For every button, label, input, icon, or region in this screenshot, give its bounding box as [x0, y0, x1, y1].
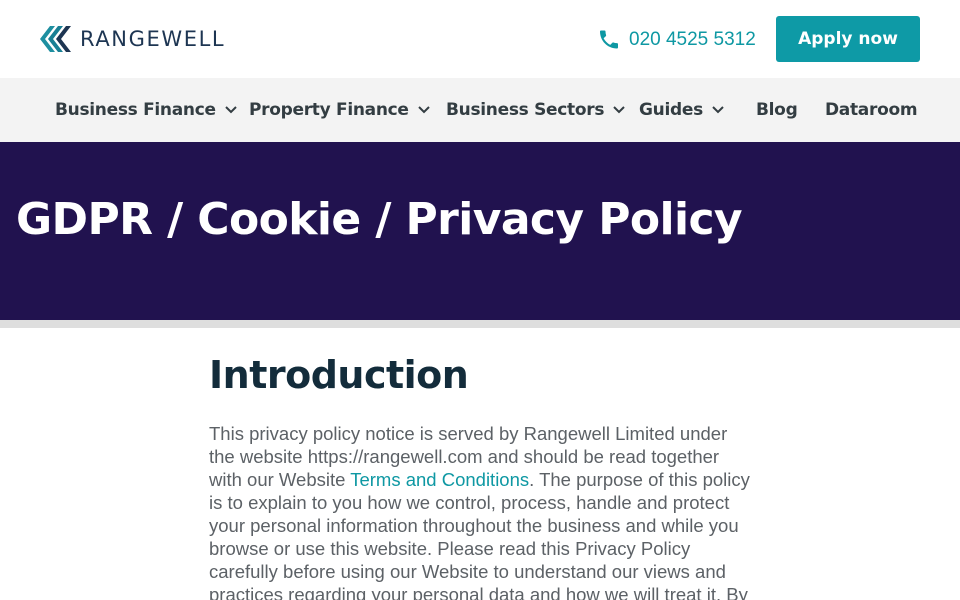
nav-item-label: Property Finance [249, 100, 409, 120]
nav-item-business-finance[interactable]: Business Finance [55, 78, 238, 142]
nav-item-business-sectors[interactable]: Business Sectors [446, 78, 626, 142]
phone-link[interactable]: 020 4525 5312 [597, 27, 756, 52]
nav-item-blog[interactable]: Blog [756, 78, 798, 142]
brand-name: RANGEWELL [80, 27, 226, 51]
page-title: GDPR / Cookie / Privacy Policy [16, 194, 743, 245]
nav-item-guides[interactable]: Guides [639, 78, 725, 142]
site-header: RANGEWELL 020 4525 5312 Apply now [0, 0, 960, 78]
nav-item-label: Business Finance [55, 100, 216, 120]
hero-divider [0, 320, 960, 328]
phone-icon [600, 30, 618, 49]
apply-now-button[interactable]: Apply now [776, 16, 920, 62]
nav-item-dataroom[interactable]: Dataroom [825, 78, 918, 142]
site-logo[interactable]: RANGEWELL [40, 23, 225, 55]
policy-content: Introduction This privacy policy notice … [209, 352, 754, 600]
page-hero: GDPR / Cookie / Privacy Policy [0, 142, 960, 320]
nav-item-label: Dataroom [825, 100, 918, 120]
chevron-down-icon [613, 106, 625, 114]
nav-item-label: Business Sectors [446, 100, 605, 120]
nav-item-label: Blog [756, 100, 798, 120]
chevron-down-icon [712, 106, 724, 114]
chevron-down-icon [225, 106, 237, 114]
main-navigation: Business Finance Property Finance Busine… [0, 78, 960, 142]
phone-number: 020 4525 5312 [629, 28, 756, 50]
terms-and-conditions-link[interactable]: Terms and Conditions [350, 469, 529, 490]
nav-item-property-finance[interactable]: Property Finance [249, 78, 431, 142]
intro-paragraph: This privacy policy notice is served by … [209, 422, 754, 600]
section-heading: Introduction [209, 353, 469, 397]
nav-item-label: Guides [639, 100, 703, 120]
chevron-down-icon [417, 106, 430, 114]
rangewell-logo-icon [40, 26, 71, 52]
